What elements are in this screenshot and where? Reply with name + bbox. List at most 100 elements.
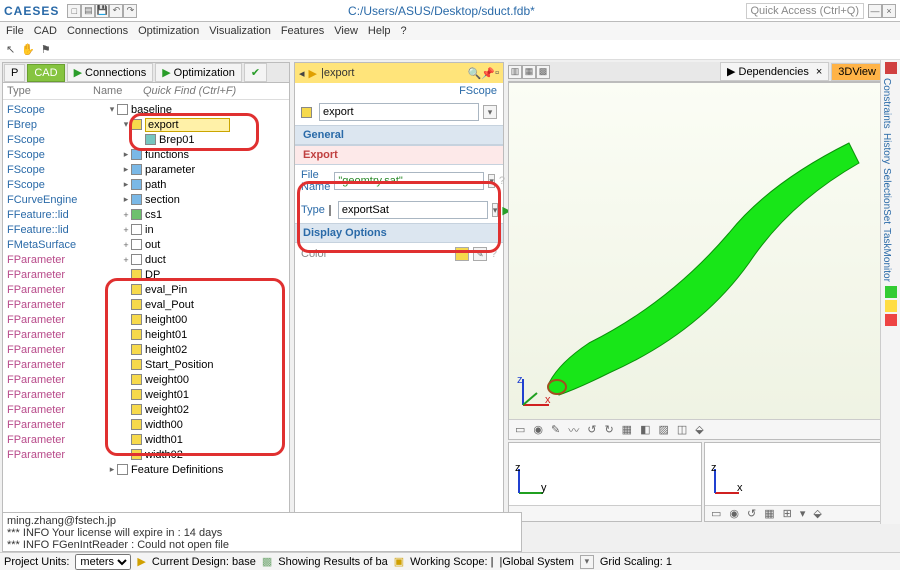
tree-row[interactable]: FParametereval_Pin xyxy=(3,282,289,297)
tree-row[interactable]: FParameterweight02 xyxy=(3,402,289,417)
vt-curve-icon[interactable]: 〰 xyxy=(568,422,579,438)
col-type[interactable]: Type xyxy=(7,85,93,97)
global-system[interactable]: |Global System xyxy=(499,556,573,568)
undo-icon[interactable]: ↶ xyxy=(109,4,123,18)
tree-row[interactable]: FParameterwidth02 xyxy=(3,447,289,462)
expander-icon[interactable]: + xyxy=(121,255,131,265)
quick-find[interactable]: Quick Find (Ctrl+F) xyxy=(143,85,285,97)
save-icon[interactable]: 💾 xyxy=(95,4,109,18)
vt-grid-icon[interactable]: ▨ xyxy=(658,423,668,436)
expander-icon[interactable]: ▸ xyxy=(121,179,131,190)
col-name[interactable]: Name xyxy=(93,85,143,97)
menu-visualization[interactable]: Visualization xyxy=(209,25,271,37)
sidetab-selectionset[interactable]: SelectionSet xyxy=(881,168,892,224)
menu-file[interactable]: File xyxy=(6,25,24,37)
tree-row[interactable]: FCurveEngine▸section xyxy=(3,192,289,207)
quick-access-input[interactable]: Quick Access (Ctrl+Q) xyxy=(746,3,865,19)
tree-row[interactable]: FBrep▾export xyxy=(3,117,289,132)
tab-connections[interactable]: ▶Connections xyxy=(67,63,154,82)
expander-icon[interactable]: ▸ xyxy=(121,164,131,175)
expander-icon[interactable]: + xyxy=(121,225,131,235)
small-view-1[interactable]: y z xyxy=(508,442,702,522)
tree-row[interactable]: FParameterheight00 xyxy=(3,312,289,327)
pin-icon[interactable]: 📌 xyxy=(481,67,495,80)
lt-i5[interactable]: ⊞ xyxy=(783,507,792,520)
tool-cursor-icon[interactable]: ↖ xyxy=(6,43,15,56)
back-icon[interactable]: ◂ xyxy=(299,67,305,80)
lt-i1[interactable]: ▭ xyxy=(711,507,721,520)
menu-view[interactable]: View xyxy=(334,25,358,37)
tree-row[interactable]: FParameterwidth00 xyxy=(3,417,289,432)
viewport-3d[interactable]: x z ▭ ◉ ✎ 〰 ↺ ↻ ▦ ◧ ▨ ◫ ⬙ xyxy=(508,82,898,440)
tree-row[interactable]: FFeature::lid+in xyxy=(3,222,289,237)
vt-redo-icon[interactable]: ↻ xyxy=(604,423,613,436)
type-drop-icon[interactable]: ▾ xyxy=(492,203,499,217)
expander-icon[interactable]: ▸ xyxy=(121,149,131,160)
lt-i3[interactable]: ↺ xyxy=(747,507,756,520)
vt-select-icon[interactable]: ▭ xyxy=(515,423,525,436)
tool-hand-icon[interactable]: ✋ xyxy=(21,43,35,56)
menu-help-q[interactable]: ? xyxy=(401,25,407,37)
expander-icon[interactable]: ▸ xyxy=(107,464,117,475)
tree-row[interactable]: FScopeBrep01 xyxy=(3,132,289,147)
menu-connections[interactable]: Connections xyxy=(67,25,128,37)
expander-icon[interactable]: ▸ xyxy=(121,194,131,205)
filename-drop-icon[interactable]: ▾ xyxy=(488,174,495,188)
tree-row[interactable]: FScope▸functions xyxy=(3,147,289,162)
color-edit-icon[interactable]: ✎ xyxy=(473,247,487,261)
tree-row[interactable]: FParametereval_Pout xyxy=(3,297,289,312)
tab-cad[interactable]: CAD xyxy=(27,64,64,82)
tree-row[interactable]: FParameterheight02 xyxy=(3,342,289,357)
lt-i2[interactable]: ◉ xyxy=(729,507,739,520)
menu-optimization[interactable]: Optimization xyxy=(138,25,199,37)
lt-i4[interactable]: ▦ xyxy=(764,507,774,520)
tool-flag-icon[interactable]: ⚑ xyxy=(41,43,51,56)
sidetab-taskmonitor[interactable]: TaskMonitor xyxy=(881,228,892,282)
tree-row[interactable]: FParameterwidth01 xyxy=(3,432,289,447)
tree-row[interactable]: FParameterweight01 xyxy=(3,387,289,402)
section-display[interactable]: Display Options xyxy=(295,223,503,243)
menu-help[interactable]: Help xyxy=(368,25,391,37)
tab-pin[interactable]: P xyxy=(4,64,25,82)
view-nav1-icon[interactable]: ▥ xyxy=(508,65,522,79)
tree-row[interactable]: FMetaSurface+out xyxy=(3,237,289,252)
tree-body[interactable]: FScope▾baselineFBrep▾exportFScopeBrep01F… xyxy=(3,100,289,521)
lt-i6[interactable]: ▾ xyxy=(800,507,806,520)
filename-input[interactable] xyxy=(334,172,484,190)
view-nav2-icon[interactable]: ▦ xyxy=(522,65,536,79)
expander-icon[interactable]: + xyxy=(121,240,131,250)
menu-features[interactable]: Features xyxy=(281,25,324,37)
color-help-icon[interactable]: ? xyxy=(491,248,497,260)
name-menu-icon[interactable]: ▾ xyxy=(483,105,497,119)
new-icon[interactable]: □ xyxy=(67,4,81,18)
units-select[interactable]: meters xyxy=(75,554,131,570)
tree-row[interactable]: FScope▾baseline xyxy=(3,102,289,117)
close-panel-icon[interactable]: ▫ xyxy=(495,67,499,79)
tree-row[interactable]: ▸Feature Definitions xyxy=(3,462,289,477)
tree-row[interactable]: FParameter+duct xyxy=(3,252,289,267)
tree-row[interactable]: FParameterweight00 xyxy=(3,372,289,387)
system-drop-icon[interactable]: ▾ xyxy=(580,555,594,569)
menu-cad[interactable]: CAD xyxy=(34,25,57,37)
small-view-2[interactable]: x z ▭◉ ↺▦ ⊞▾ ⬙ xyxy=(704,442,898,522)
view-nav3-icon[interactable]: ▩ xyxy=(536,65,550,79)
vt-eye-icon[interactable]: ◉ xyxy=(533,423,543,436)
sidetab-constraints[interactable]: Constraints xyxy=(881,78,892,129)
tree-row[interactable]: FScope▸parameter xyxy=(3,162,289,177)
expander-icon[interactable]: ▾ xyxy=(121,119,131,130)
color-swatch-icon[interactable] xyxy=(455,247,469,261)
tab-optimization[interactable]: ▶Optimization xyxy=(155,63,242,82)
status-chip-red[interactable] xyxy=(885,62,897,74)
expander-icon[interactable]: + xyxy=(121,210,131,220)
tab-dependencies[interactable]: ▶Dependencies× xyxy=(720,62,829,81)
tree-row[interactable]: FParameterheight01 xyxy=(3,327,289,342)
section-export[interactable]: Export xyxy=(295,145,503,165)
tab-check[interactable]: ✔ xyxy=(244,63,267,82)
open-icon[interactable]: ▤ xyxy=(81,4,95,18)
vt-cam-icon[interactable]: ⬙ xyxy=(695,423,703,436)
type-input[interactable] xyxy=(338,201,488,219)
vt-pencil-icon[interactable]: ✎ xyxy=(551,423,560,436)
tree-row[interactable]: FScope▸path xyxy=(3,177,289,192)
section-general[interactable]: General xyxy=(295,125,503,145)
tree-row[interactable]: FFeature::lid+cs1 xyxy=(3,207,289,222)
